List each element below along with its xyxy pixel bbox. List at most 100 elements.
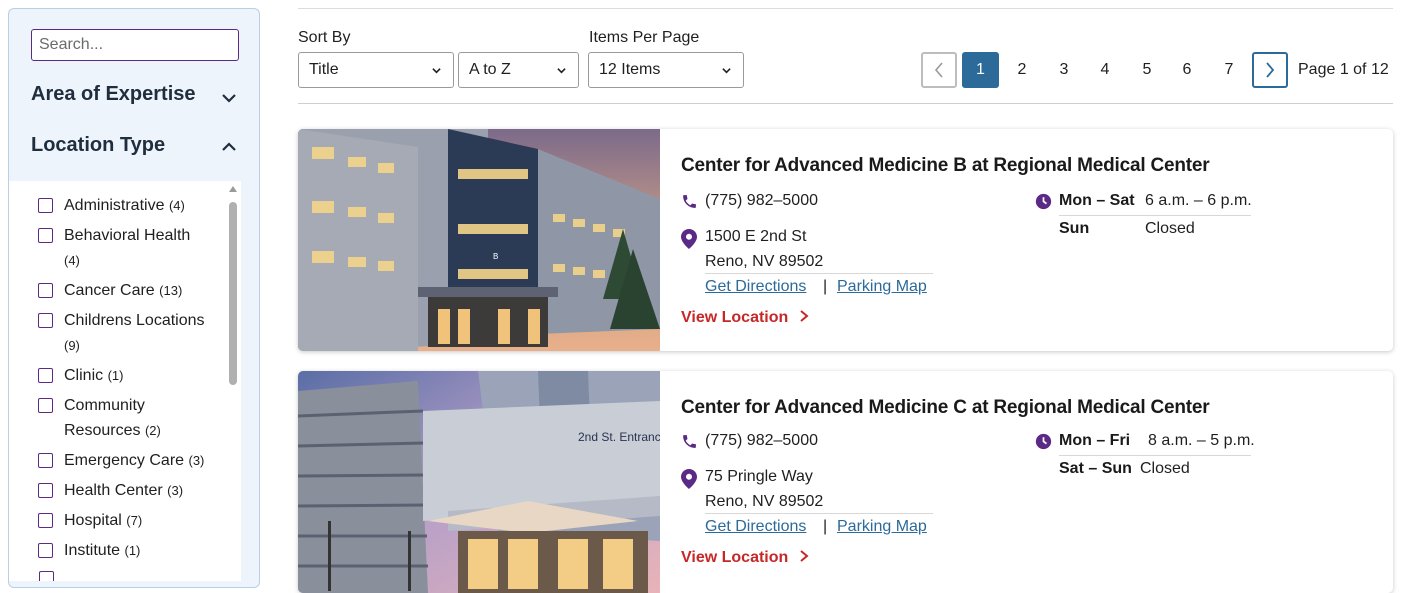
scrollbar-thumb[interactable] (229, 202, 237, 385)
phone-icon (683, 195, 696, 208)
chevron-down-icon (557, 67, 566, 73)
location-card: 2nd St. Entranc Center for Advanced Medi… (298, 371, 1393, 593)
divider (1059, 215, 1251, 216)
filter-label: Emergency Care (64, 452, 185, 469)
filter-count: (1) (124, 543, 141, 558)
address-line-2: Reno, NV 89502 (705, 493, 824, 510)
phone-number[interactable]: (775) 982–5000 (705, 192, 818, 210)
location-title[interactable]: Center for Advanced Medicine B at Region… (681, 155, 1210, 177)
checkbox[interactable] (39, 571, 54, 581)
clock-icon (1035, 193, 1052, 210)
link-separator: | (823, 518, 828, 535)
checkbox[interactable] (38, 198, 53, 213)
page-button-current[interactable]: 1 (962, 52, 999, 88)
location-card: B Center for Advanced Medicine B at Regi… (298, 129, 1393, 351)
divider (705, 273, 933, 274)
filter-label: Clinic (64, 367, 104, 384)
checkbox[interactable] (38, 283, 53, 298)
hours-days: Mon – Sat (1059, 192, 1135, 209)
parking-map-link[interactable]: Parking Map (837, 518, 927, 536)
next-page-button[interactable] (1252, 52, 1288, 88)
page-button[interactable]: 3 (1053, 52, 1075, 88)
chevron-up-icon[interactable] (222, 140, 236, 154)
filter-count: (9) (64, 338, 80, 353)
sort-field-value: Title (309, 61, 339, 78)
checkbox[interactable] (38, 543, 53, 558)
chevron-down-icon (722, 67, 731, 73)
location-photo[interactable]: B (298, 129, 660, 351)
checkbox[interactable] (38, 368, 53, 383)
page-button[interactable]: 5 (1136, 52, 1158, 88)
items-per-page-label: Items Per Page (589, 29, 700, 46)
parking-map-link[interactable]: Parking Map (837, 278, 927, 296)
filter-health-center[interactable]: Health Center (3) (38, 478, 219, 503)
sort-order-select[interactable]: A to Z (458, 52, 579, 88)
sort-field-select[interactable]: Title (298, 52, 454, 88)
address-line-1: 75 Pringle Way (705, 468, 813, 485)
hours-time: Closed (1145, 220, 1195, 237)
hours-days: Sun (1059, 220, 1090, 237)
filter-count: (3) (188, 453, 205, 468)
area-of-expertise-heading: Area of Expertise (31, 83, 196, 105)
get-directions-link[interactable]: Get Directions (705, 278, 806, 296)
hours-time: 8 a.m. – 5 p.m. (1148, 432, 1255, 449)
filter-childrens-locations[interactable]: Childrens Locations (9) (38, 308, 219, 358)
filter-count: (3) (167, 483, 184, 498)
previous-page-button[interactable] (921, 52, 957, 88)
area-of-expertise-toggle[interactable]: Area of Expertise (31, 83, 196, 106)
page-button[interactable]: 2 (1011, 52, 1033, 88)
page-status: Page 1 of 12 (1298, 61, 1389, 78)
filter-behavioral-health[interactable]: Behavioral Health (4) (38, 223, 219, 273)
location-type-list: Administrative (4) Behavioral Health (4)… (9, 181, 241, 581)
checkbox[interactable] (38, 483, 53, 498)
phone-number[interactable]: (775) 982–5000 (705, 432, 818, 450)
scroll-up-arrow[interactable] (229, 186, 237, 192)
filter-count: (1) (107, 368, 124, 383)
page-button[interactable]: 6 (1176, 52, 1198, 88)
chevron-right-icon (800, 550, 809, 562)
divider-results (298, 103, 1393, 104)
chevron-down-icon[interactable] (222, 91, 236, 105)
phone-icon (683, 435, 696, 448)
checkbox[interactable] (38, 228, 53, 243)
checkbox[interactable] (38, 453, 53, 468)
chevron-right-icon (1266, 62, 1275, 78)
checkbox[interactable] (38, 398, 53, 413)
filter-count: (4) (168, 198, 185, 213)
sort-order-value: A to Z (469, 61, 511, 78)
view-location-link[interactable]: View Location (681, 549, 809, 567)
filter-emergency-care[interactable]: Emergency Care (3) (38, 448, 219, 473)
map-pin-icon (681, 229, 697, 249)
address-line-2: Reno, NV 89502 (705, 253, 824, 270)
filter-cancer-care[interactable]: Cancer Care (13) (38, 278, 219, 303)
location-title[interactable]: Center for Advanced Medicine C at Region… (681, 397, 1210, 419)
filter-clinic[interactable]: Clinic (1) (38, 363, 219, 388)
divider (705, 513, 933, 514)
hours-days: Mon – Fri (1059, 432, 1131, 449)
view-location-label: View Location (681, 309, 789, 326)
filter-label: Cancer Care (64, 282, 155, 299)
filter-label: Health Center (64, 482, 163, 499)
items-per-page-value: 12 Items (599, 61, 661, 78)
search-input[interactable] (31, 29, 239, 61)
filter-sidebar: Area of Expertise Location Type Administ… (8, 8, 260, 588)
filter-label: Institute (64, 542, 121, 559)
filter-hospital[interactable]: Hospital (7) (38, 508, 219, 533)
filter-count: (7) (126, 513, 143, 528)
checkbox[interactable] (38, 313, 53, 328)
chevron-right-icon (800, 310, 809, 322)
hours-days: Sat – Sun (1059, 460, 1132, 477)
checkbox[interactable] (38, 513, 53, 528)
filter-community-resources[interactable]: Community Resources (2) (38, 393, 219, 443)
items-per-page-select[interactable]: 12 Items (588, 52, 744, 88)
page-button[interactable]: 4 (1094, 52, 1116, 88)
get-directions-link[interactable]: Get Directions (705, 518, 806, 536)
filter-administrative[interactable]: Administrative (4) (38, 193, 219, 218)
building-sign: B (493, 252, 498, 261)
location-type-toggle[interactable]: Location Type (31, 134, 165, 157)
view-location-link[interactable]: View Location (681, 309, 809, 327)
filter-institute[interactable]: Institute (1) (38, 538, 219, 563)
chevron-down-icon (432, 67, 441, 73)
location-photo[interactable]: 2nd St. Entranc (298, 371, 660, 593)
page-button[interactable]: 7 (1218, 52, 1240, 88)
